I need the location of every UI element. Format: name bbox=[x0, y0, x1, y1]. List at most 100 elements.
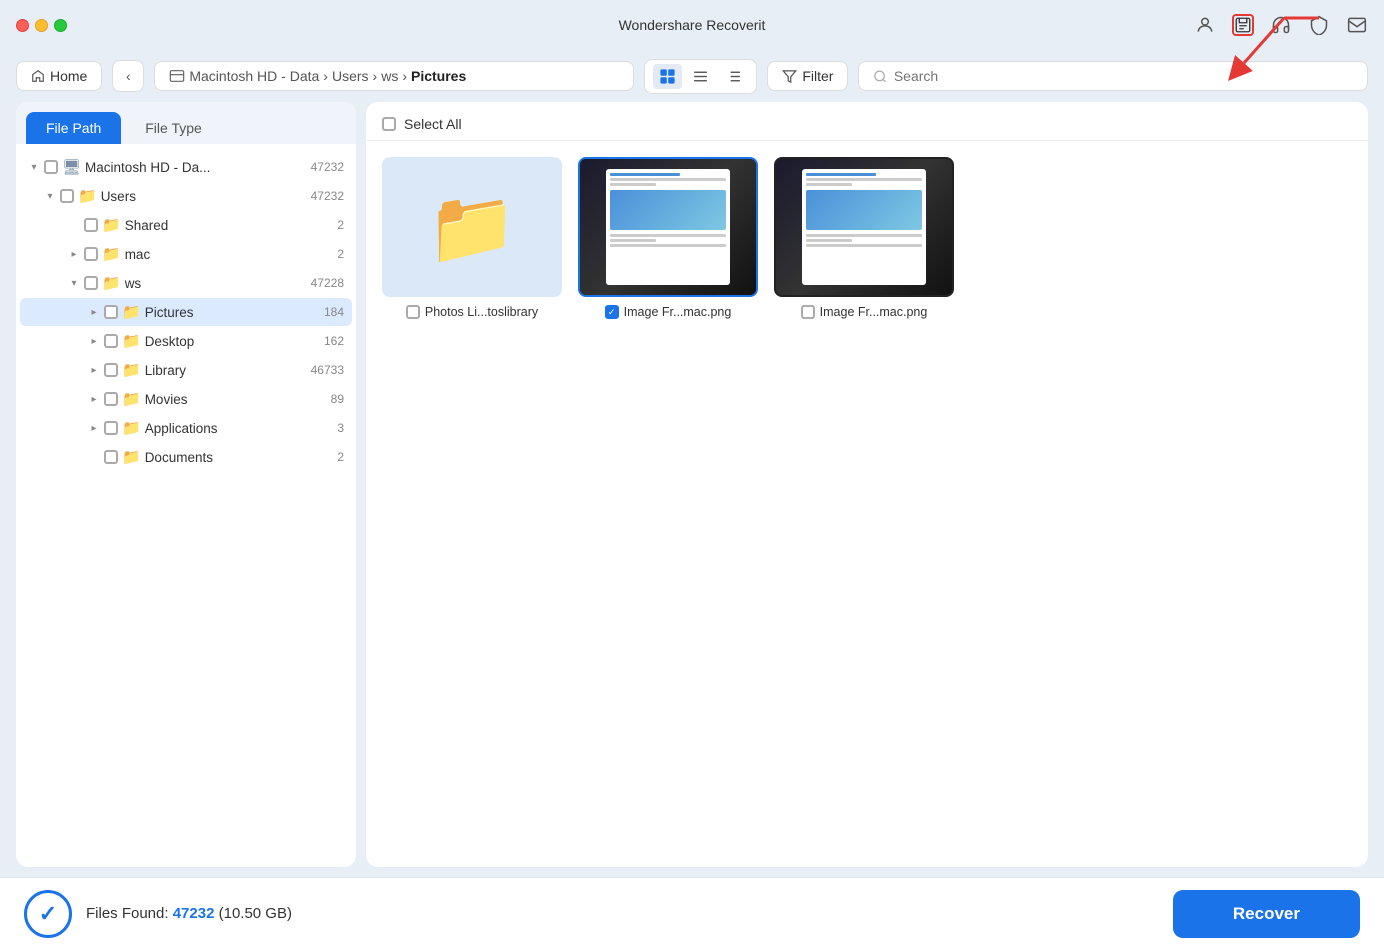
drive-icon bbox=[169, 68, 185, 84]
filter-label: Filter bbox=[802, 68, 833, 84]
file-name: Photos Li...toslibrary bbox=[425, 305, 538, 319]
tree-item-movies[interactable]: ▸ 📁 Movies 89 bbox=[20, 385, 352, 413]
doc-preview bbox=[802, 169, 925, 285]
chevron-right-icon: ▸ bbox=[88, 335, 100, 347]
tree-label-pictures: Pictures bbox=[145, 305, 194, 320]
file-checkbox-checked[interactable] bbox=[605, 305, 619, 319]
file-label: Image Fr...mac.png bbox=[801, 305, 928, 319]
folder-icon: 📁 bbox=[122, 390, 141, 408]
close-button[interactable] bbox=[16, 19, 29, 32]
checkbox-mac[interactable] bbox=[84, 247, 98, 261]
chevron-right-icon: ▸ bbox=[88, 422, 100, 434]
folder-icon: 📁 bbox=[102, 245, 121, 263]
folder-large-icon: 📁 bbox=[427, 185, 517, 270]
tree-count-desktop: 162 bbox=[324, 334, 344, 348]
home-button[interactable]: Home bbox=[16, 61, 102, 91]
tree-count-applications: 3 bbox=[337, 421, 344, 435]
tree-item-macintosh-hd[interactable]: ▾ 🖥 Macintosh HD - Da... 47232 bbox=[20, 153, 352, 181]
breadcrumb-ws: ws bbox=[381, 68, 398, 84]
back-button[interactable]: ‹ bbox=[112, 60, 144, 92]
checkbox-macintosh-hd[interactable] bbox=[44, 160, 58, 174]
files-found-text: Files Found: 47232 (10.50 GB) bbox=[86, 905, 292, 922]
list-view-button[interactable] bbox=[686, 64, 715, 89]
folder-icon: 📁 bbox=[102, 274, 121, 292]
mail-icon[interactable] bbox=[1346, 14, 1368, 36]
tree-item-mac[interactable]: ▸ 📁 mac 2 bbox=[20, 240, 352, 268]
headphone-icon[interactable] bbox=[1270, 14, 1292, 36]
tree-label-movies: Movies bbox=[145, 392, 188, 407]
shield-icon[interactable] bbox=[1308, 14, 1330, 36]
select-all-label: Select All bbox=[404, 116, 462, 132]
minimize-button[interactable] bbox=[35, 19, 48, 32]
tree-count-shared: 2 bbox=[337, 218, 344, 232]
maximize-button[interactable] bbox=[54, 19, 67, 32]
chevron-down-icon: ▾ bbox=[68, 277, 80, 289]
file-name: Image Fr...mac.png bbox=[820, 305, 928, 319]
file-checkbox[interactable] bbox=[406, 305, 420, 319]
file-label: Image Fr...mac.png bbox=[605, 305, 732, 319]
select-all-checkbox[interactable] bbox=[382, 117, 396, 131]
detail-view-button[interactable] bbox=[719, 64, 748, 89]
list-item[interactable]: Image Fr...mac.png bbox=[774, 157, 954, 319]
checkbox-ws[interactable] bbox=[84, 276, 98, 290]
grid-view-button[interactable] bbox=[653, 64, 682, 89]
files-found-count: 47232 bbox=[173, 905, 215, 922]
view-controls bbox=[644, 59, 757, 94]
tree-item-library[interactable]: ▸ 📁 Library 46733 bbox=[20, 356, 352, 384]
tree-item-applications[interactable]: ▸ 📁 Applications 3 bbox=[20, 414, 352, 442]
checkbox-documents[interactable] bbox=[104, 450, 118, 464]
tab-file-path[interactable]: File Path bbox=[26, 112, 121, 144]
search-input[interactable] bbox=[894, 68, 1353, 84]
checkbox-desktop[interactable] bbox=[104, 334, 118, 348]
file-label: Photos Li...toslibrary bbox=[406, 305, 538, 319]
breadcrumb: Macintosh HD - Data › Users › ws › Pictu… bbox=[154, 61, 634, 91]
checkbox-users[interactable] bbox=[60, 189, 74, 203]
title-bar-icons bbox=[1194, 14, 1368, 36]
sidebar-tree[interactable]: ▾ 🖥 Macintosh HD - Da... 47232 ▾ 📁 Users… bbox=[16, 144, 356, 867]
tree-count-movies: 89 bbox=[331, 392, 344, 406]
checkbox-shared[interactable] bbox=[84, 218, 98, 232]
drive-icon: 🖥 bbox=[62, 158, 81, 176]
folder-icon: 📁 bbox=[78, 187, 97, 205]
file-checkbox[interactable] bbox=[801, 305, 815, 319]
tree-item-users[interactable]: ▾ 📁 Users 47232 bbox=[20, 182, 352, 210]
person-icon[interactable] bbox=[1194, 14, 1216, 36]
tree-item-desktop[interactable]: ▸ 📁 Desktop 162 bbox=[20, 327, 352, 355]
main-content: File Path File Type ▾ 🖥 Macintosh HD - D… bbox=[0, 102, 1384, 867]
doc-preview bbox=[606, 169, 729, 285]
checkbox-library[interactable] bbox=[104, 363, 118, 377]
tree-item-shared[interactable]: ▸ 📁 Shared 2 bbox=[20, 211, 352, 239]
tree-label-documents: Documents bbox=[145, 450, 213, 465]
checkbox-movies[interactable] bbox=[104, 392, 118, 406]
tree-label-applications: Applications bbox=[145, 421, 218, 436]
home-label: Home bbox=[50, 68, 87, 84]
sidebar: File Path File Type ▾ 🖥 Macintosh HD - D… bbox=[16, 102, 356, 867]
tree-count-documents: 2 bbox=[337, 450, 344, 464]
tree-item-documents[interactable]: ▸ 📁 Documents 2 bbox=[20, 443, 352, 471]
filter-button[interactable]: Filter bbox=[767, 61, 848, 91]
file-name: Image Fr...mac.png bbox=[624, 305, 732, 319]
title-bar: Wondershare Recoverit bbox=[0, 0, 1384, 50]
search-icon bbox=[873, 69, 887, 84]
files-found-size: (10.50 GB) bbox=[219, 905, 292, 922]
files-found-label: Files Found: bbox=[86, 905, 169, 922]
recover-button[interactable]: Recover bbox=[1173, 890, 1360, 938]
chevron-right-icon: ▸ bbox=[68, 248, 80, 260]
checkbox-pictures[interactable] bbox=[104, 305, 118, 319]
tree-item-ws[interactable]: ▾ 📁 ws 47228 bbox=[20, 269, 352, 297]
tree-label-macintosh-hd: Macintosh HD - Da... bbox=[85, 160, 210, 175]
tree-label-shared: Shared bbox=[125, 218, 169, 233]
list-item[interactable]: 📁 Photos Li...toslibrary bbox=[382, 157, 562, 319]
save-recover-icon[interactable] bbox=[1232, 14, 1254, 36]
tree-label-desktop: Desktop bbox=[145, 334, 195, 349]
list-item[interactable]: Image Fr...mac.png bbox=[578, 157, 758, 319]
folder-icon: 📁 bbox=[122, 303, 141, 321]
chevron-right-icon: ▸ bbox=[88, 364, 100, 376]
search-bar[interactable] bbox=[858, 61, 1368, 91]
breadcrumb-drive: Macintosh HD - Data bbox=[189, 68, 319, 84]
tab-file-type[interactable]: File Type bbox=[125, 112, 222, 144]
title-bar-left bbox=[16, 19, 67, 32]
file-grid: 📁 Photos Li...toslibrary bbox=[366, 141, 1368, 867]
checkbox-applications[interactable] bbox=[104, 421, 118, 435]
tree-item-pictures[interactable]: ▸ 📁 Pictures 184 bbox=[20, 298, 352, 326]
